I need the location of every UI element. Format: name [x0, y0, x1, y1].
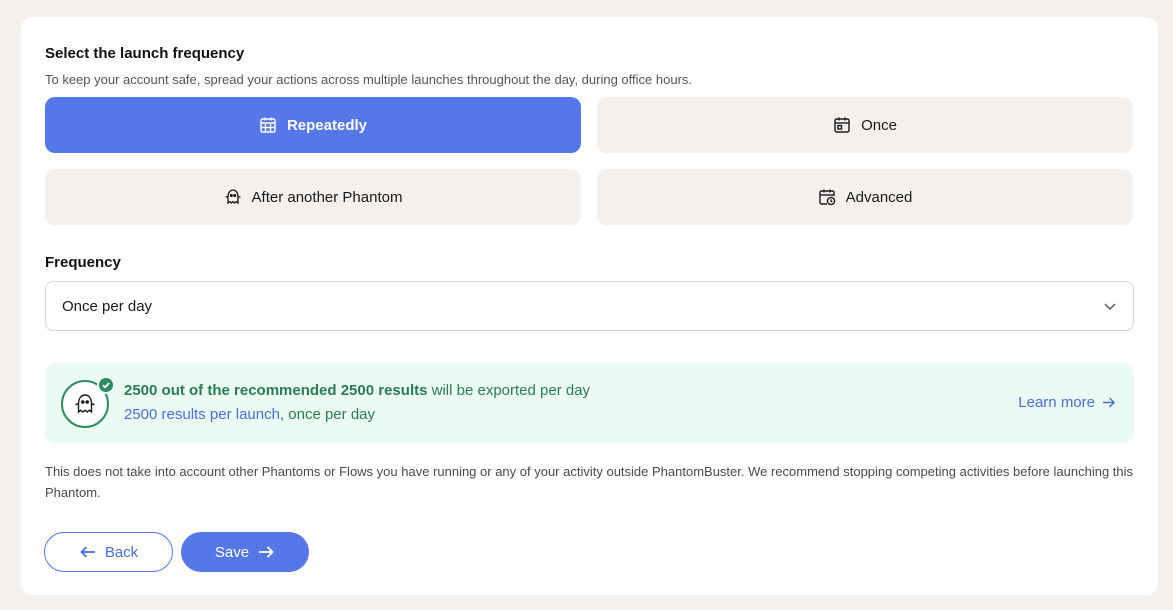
export-summary-bold: 2500 out of the recommended 2500 results — [124, 382, 428, 399]
save-label: Save — [214, 543, 250, 561]
launch-summary: 2500 results per launch, once per day — [124, 406, 375, 423]
arrow-right-icon — [1103, 397, 1115, 408]
arrow-right-icon — [259, 546, 274, 558]
arrow-left-icon — [80, 546, 95, 558]
check-icon — [97, 376, 115, 394]
export-summary: 2500 out of the recommended 2500 results… — [124, 382, 590, 399]
frequency-select[interactable]: Once per day — [45, 281, 1134, 331]
calendar-grid-icon — [260, 117, 276, 133]
option-advanced[interactable]: Advanced — [597, 169, 1133, 225]
launch-summary-suffix: , once per day — [279, 406, 375, 423]
phantom-avatar — [61, 376, 115, 428]
export-info-banner: 2500 out of the recommended 2500 results… — [45, 363, 1134, 443]
results-per-launch-link[interactable]: 2500 results per launch — [124, 406, 280, 423]
section-description: To keep your account safe, spread your a… — [45, 72, 693, 87]
option-label: Advanced — [845, 188, 913, 206]
option-label: After another Phantom — [251, 188, 403, 206]
calendar-day-icon — [834, 117, 850, 133]
option-label: Once — [861, 116, 897, 134]
section-title: Select the launch frequency — [45, 45, 245, 62]
frequency-value: Once per day — [62, 297, 153, 315]
chevron-down-icon — [1104, 303, 1116, 310]
learn-more-label: Learn more — [1018, 394, 1095, 411]
option-once[interactable]: Once — [597, 97, 1133, 153]
calendar-clock-icon — [818, 189, 835, 206]
save-button[interactable]: Save — [181, 532, 309, 572]
ghost-icon — [225, 189, 241, 205]
back-label: Back — [104, 543, 139, 561]
option-repeatedly[interactable]: Repeatedly — [45, 97, 581, 153]
disclaimer-note: This does not take into account other Ph… — [45, 464, 1134, 500]
back-button[interactable]: Back — [44, 532, 173, 572]
option-after-another-phantom[interactable]: After another Phantom — [45, 169, 581, 225]
launch-settings-card: Select the launch frequency To keep your… — [21, 17, 1158, 595]
frequency-label: Frequency — [45, 254, 121, 271]
ghost-icon — [75, 394, 95, 414]
export-summary-rest: will be exported per day — [427, 382, 591, 399]
option-label: Repeatedly — [286, 116, 368, 134]
learn-more-link[interactable]: Learn more — [1018, 394, 1116, 411]
